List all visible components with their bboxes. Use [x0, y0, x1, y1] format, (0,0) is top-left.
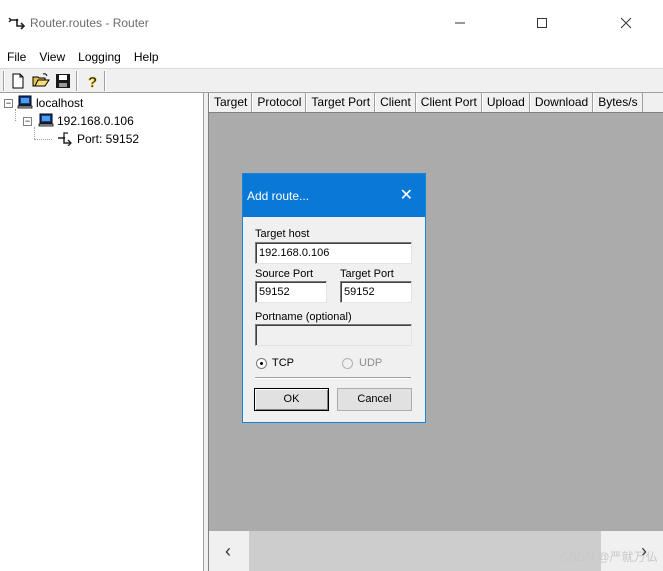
minimize-icon[interactable] [437, 0, 483, 46]
dialog-divider [255, 377, 411, 379]
maximize-icon[interactable] [519, 0, 565, 46]
column-header-protocol[interactable]: Protocol [252, 93, 307, 112]
udp-radio[interactable] [342, 358, 353, 369]
dialog-title: Add route... [247, 189, 310, 203]
tree-label-localhost: localhost [36, 96, 84, 110]
collapse-icon[interactable]: − [23, 116, 32, 126]
tree-item-localhost[interactable]: − localhost [4, 94, 83, 112]
close-icon[interactable] [603, 0, 649, 46]
collapse-icon[interactable]: − [4, 98, 13, 108]
network-icon [56, 130, 74, 149]
column-header-download[interactable]: Download [529, 93, 594, 112]
column-header-client[interactable]: Client [375, 93, 416, 112]
column-header-target[interactable]: Target [209, 93, 253, 112]
tree-item-host[interactable]: − 192.168.0.106 [23, 112, 134, 130]
target-host-label: Target host [255, 228, 310, 240]
new-document-icon[interactable] [8, 71, 28, 91]
dialog-title-bar[interactable]: Add route... ✕ [243, 174, 425, 217]
watermark: CSDN @严就万仏 [560, 550, 658, 564]
scroll-thumb[interactable] [249, 531, 601, 571]
toolbar-separator [76, 71, 78, 91]
toolbar: ? [0, 68, 663, 93]
list-header: Target Protocol Target Port Client Clien… [209, 93, 663, 113]
source-port-label: Source Port [255, 268, 314, 280]
target-host-field[interactable]: 192.168.0.106 [255, 242, 412, 264]
column-header-client-port[interactable]: Client Port [415, 93, 482, 112]
save-icon[interactable] [53, 71, 73, 91]
ok-button[interactable]: OK [254, 388, 329, 411]
column-header-target-port[interactable]: Target Port [306, 93, 376, 112]
tree-connector [34, 139, 52, 140]
tree-label-host: 192.168.0.106 [57, 114, 134, 128]
svg-text:?: ? [88, 74, 97, 89]
open-folder-icon[interactable] [31, 71, 51, 91]
target-port-field[interactable]: 59152 [340, 281, 412, 303]
menu-file[interactable]: File [0, 46, 32, 68]
source-port-field[interactable]: 59152 [255, 281, 327, 303]
menu-view[interactable]: View [32, 46, 71, 68]
tcp-radio[interactable] [256, 358, 267, 369]
tree-label-port: Port: 59152 [77, 132, 140, 146]
tree-item-port[interactable]: Port: 59152 [56, 130, 139, 148]
help-icon[interactable]: ? [83, 71, 103, 91]
window-title: Router.routes - Router [30, 16, 149, 30]
computer-icon [17, 95, 33, 112]
udp-radio-label[interactable]: UDP [359, 357, 382, 369]
scroll-left-icon[interactable]: ‹ [209, 531, 247, 571]
cancel-button[interactable]: Cancel [337, 388, 412, 411]
column-header-upload[interactable]: Upload [481, 93, 530, 112]
target-port-label: Target Port [340, 268, 394, 280]
portname-label: Portname (optional) [255, 311, 352, 323]
toolbar-separator [104, 71, 106, 91]
menu-help[interactable]: Help [127, 46, 165, 68]
menu-bar: File View Logging Help [0, 46, 663, 68]
toolbar-grip [3, 71, 5, 91]
portname-field[interactable] [255, 324, 412, 346]
dialog-close-icon[interactable]: ✕ [400, 185, 413, 205]
menu-logging[interactable]: Logging [71, 46, 127, 68]
add-route-dialog: Add route... ✕ Target host 192.168.0.106… [242, 173, 426, 423]
router-icon [8, 14, 26, 32]
column-header-bytes-per-sec[interactable]: Bytes/s [593, 93, 643, 112]
route-tree: − localhost − 192.168.0.106 Port: 59152 [0, 93, 204, 571]
tcp-radio-label[interactable]: TCP [272, 357, 294, 369]
computer-icon [38, 113, 54, 130]
title-bar: Router.routes - Router [0, 0, 663, 46]
